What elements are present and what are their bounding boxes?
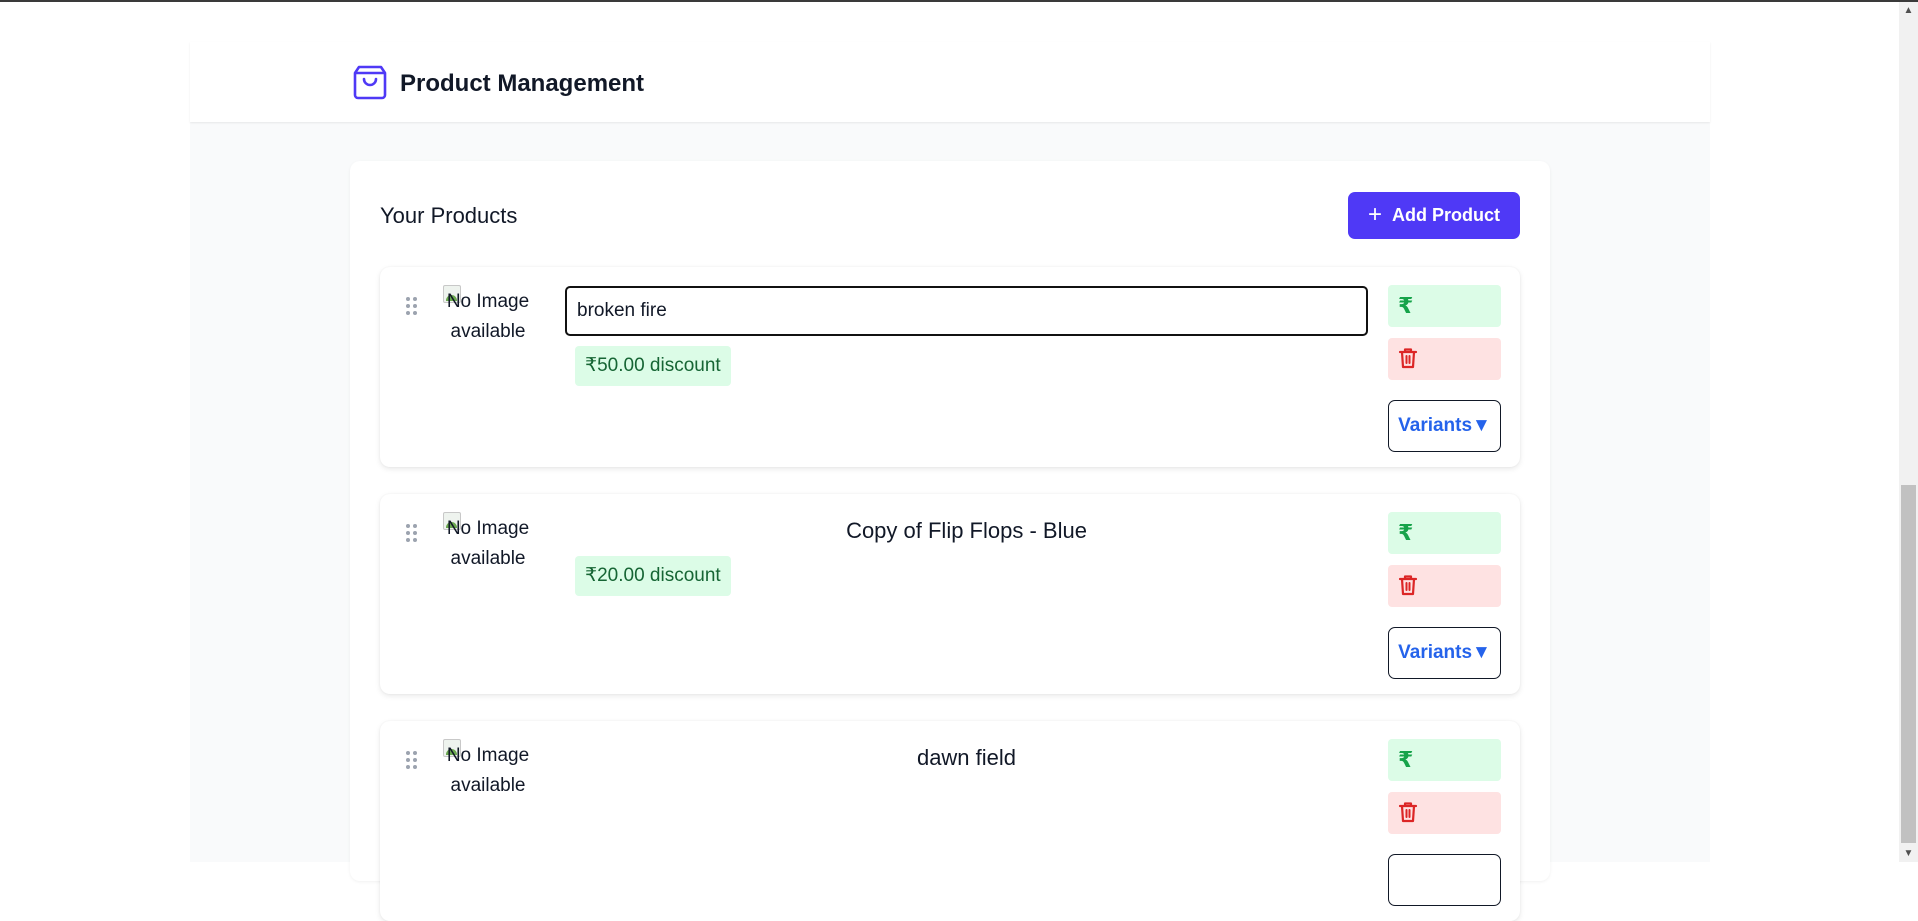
product-card: No Image available dawn field ₹ — [380, 721, 1520, 921]
product-card: No Image available ₹50.00 discount ₹ Var… — [380, 267, 1520, 467]
discount-badge: ₹20.00 discount — [575, 556, 731, 596]
delete-button[interactable] — [1388, 565, 1501, 607]
price-button[interactable]: ₹ — [1388, 739, 1501, 781]
drag-handle-icon[interactable] — [406, 751, 420, 773]
product-name[interactable]: dawn field — [565, 745, 1368, 771]
trash-icon — [1398, 801, 1418, 822]
shopping-bag-icon — [353, 65, 387, 100]
product-name[interactable]: Copy of Flip Flops - Blue — [565, 518, 1368, 544]
image-alt-text: No Image available — [446, 518, 530, 569]
app-header: Product Management — [190, 42, 1710, 122]
product-image: No Image available — [443, 512, 533, 608]
image-alt-text: No Image available — [446, 291, 530, 342]
drag-handle-icon[interactable] — [406, 297, 420, 319]
scroll-down-icon[interactable]: ▼ — [1899, 845, 1918, 862]
price-button[interactable]: ₹ — [1388, 285, 1501, 327]
vertical-scrollbar[interactable]: ▲ ▼ — [1899, 2, 1918, 862]
add-product-button[interactable]: + Add Product — [1348, 192, 1520, 239]
product-image: No Image available — [443, 285, 533, 381]
page-title: Product Management — [400, 70, 645, 97]
drag-handle-icon[interactable] — [406, 524, 420, 546]
variants-toggle[interactable]: Variants▼ — [1388, 627, 1501, 679]
image-alt-text: No Image available — [446, 745, 530, 796]
delete-button[interactable] — [1388, 792, 1501, 834]
section-title: Your Products — [380, 203, 518, 228]
trash-icon — [1398, 347, 1418, 368]
plus-icon: + — [1367, 200, 1382, 228]
add-product-label: Add Product — [1392, 205, 1500, 225]
scrollbar-thumb[interactable] — [1901, 485, 1916, 843]
product-name-input[interactable] — [565, 286, 1368, 336]
price-button[interactable]: ₹ — [1388, 512, 1501, 554]
window-top-border — [0, 0, 1918, 2]
product-card: No Image available Copy of Flip Flops - … — [380, 494, 1520, 694]
delete-button[interactable] — [1388, 338, 1501, 380]
scroll-up-icon[interactable]: ▲ — [1899, 2, 1918, 19]
products-panel: Your Products + Add Product No Image ava… — [350, 161, 1550, 921]
discount-badge: ₹50.00 discount — [575, 346, 731, 386]
trash-icon — [1398, 574, 1418, 595]
variants-toggle[interactable]: Variants▼ — [1388, 400, 1501, 452]
product-image: No Image available — [443, 739, 533, 835]
